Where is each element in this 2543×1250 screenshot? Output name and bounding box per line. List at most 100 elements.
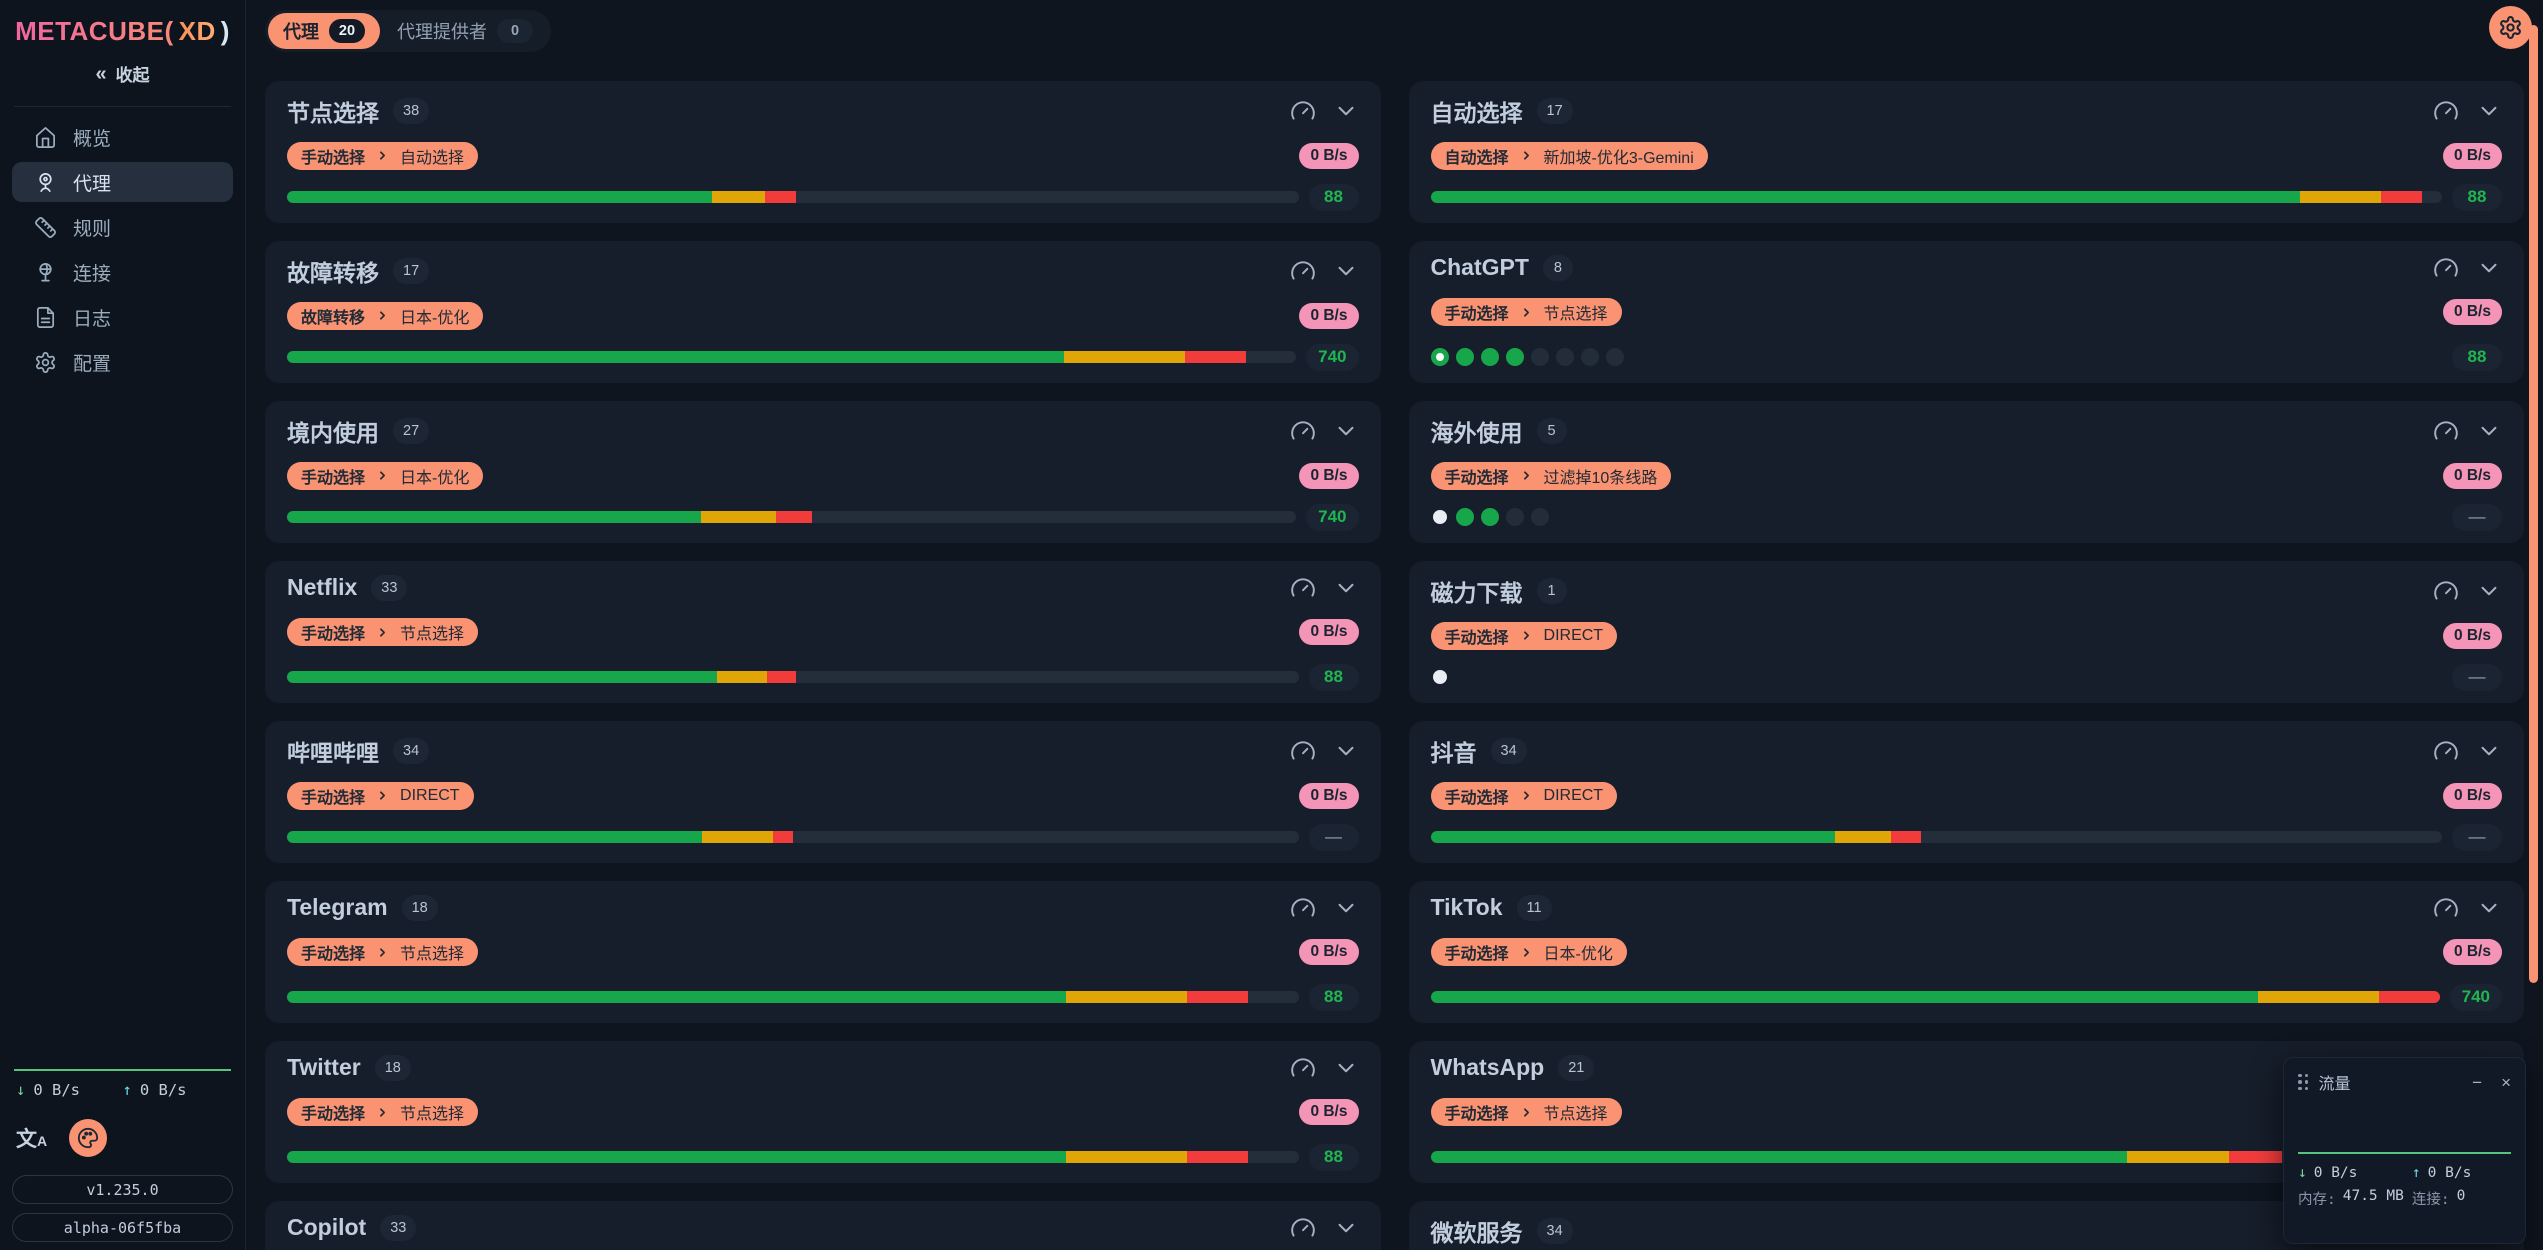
- chevron-down-icon[interactable]: [2476, 98, 2502, 124]
- bar-segment-yellow: [2300, 191, 2381, 203]
- proxy-dot-dim[interactable]: [1556, 348, 1574, 366]
- tab[interactable]: 代理提供者 0: [382, 13, 548, 49]
- proxies-icon: [34, 171, 57, 194]
- close-button[interactable]: ×: [2501, 1074, 2511, 1091]
- selected-proxy-badge[interactable]: 自动选择 新加坡-优化3-Gemini: [1431, 142, 1708, 170]
- drag-handle-icon[interactable]: [2298, 1074, 2309, 1091]
- selected-proxy-badge[interactable]: 手动选择 过滤掉10条线路: [1431, 462, 1672, 490]
- selected-proxy-badge[interactable]: 手动选择 DIRECT: [1431, 622, 1618, 650]
- logo-part-1: METACUBE(: [15, 16, 174, 46]
- chevron-down-icon[interactable]: [1333, 1215, 1359, 1241]
- selected-proxy-badge[interactable]: 手动选择 节点选择: [1431, 298, 1622, 326]
- chevron-down-icon[interactable]: [1333, 575, 1359, 601]
- card-title: 故障转移: [287, 254, 379, 288]
- version-button[interactable]: v1.235.0: [12, 1175, 233, 1204]
- minimize-button[interactable]: −: [2472, 1074, 2482, 1091]
- build-button[interactable]: alpha-06f5fba: [12, 1213, 233, 1242]
- selected-node-label: 新加坡-优化3-Gemini: [1544, 144, 1694, 168]
- proxy-group-card: 节点选择 38 手动选择 自动选择 0 B/s 88: [265, 81, 1381, 223]
- selected-node-label: 节点选择: [400, 620, 464, 644]
- proxy-dot-dim[interactable]: [1581, 348, 1599, 366]
- sidebar-item-logs[interactable]: 日志: [12, 297, 233, 337]
- latency-test-gauge-icon[interactable]: [2433, 255, 2459, 281]
- chevron-down-icon[interactable]: [2476, 738, 2502, 764]
- speed-badge: 0 B/s: [1299, 783, 1358, 809]
- selected-proxy-badge[interactable]: 手动选择 日本-优化: [287, 462, 483, 490]
- selected-node-label: 节点选择: [400, 1100, 464, 1124]
- proxy-dot-green[interactable]: [1456, 348, 1474, 366]
- chevron-down-icon[interactable]: [1333, 98, 1359, 124]
- selected-node-label: 日本-优化: [400, 464, 469, 488]
- selected-proxy-badge[interactable]: 手动选择 DIRECT: [1431, 782, 1618, 810]
- proxy-dot-sel[interactable]: [1431, 348, 1449, 366]
- settings-button[interactable]: [2489, 6, 2532, 49]
- chevron-down-icon[interactable]: [2476, 895, 2502, 921]
- latency-test-gauge-icon[interactable]: [1290, 258, 1316, 284]
- latency-test-gauge-icon[interactable]: [2433, 738, 2459, 764]
- bar-segment-red: [776, 511, 811, 523]
- bar-segment-yellow: [1064, 351, 1185, 363]
- tab-count-badge: 0: [497, 19, 533, 43]
- selected-proxy-badge[interactable]: 手动选择 节点选择: [1431, 1098, 1622, 1126]
- tab[interactable]: 代理 20: [268, 13, 380, 49]
- latency-test-gauge-icon[interactable]: [1290, 575, 1316, 601]
- proxy-dot-green[interactable]: [1481, 348, 1499, 366]
- selected-proxy-badge[interactable]: 手动选择 DIRECT: [287, 782, 474, 810]
- latency-test-gauge-icon[interactable]: [1290, 98, 1316, 124]
- proxy-dot-white[interactable]: [1433, 510, 1447, 524]
- chevron-down-icon[interactable]: [2476, 255, 2502, 281]
- latency-test-gauge-icon[interactable]: [1290, 738, 1316, 764]
- latency-test-gauge-icon[interactable]: [1290, 1055, 1316, 1081]
- latency-test-gauge-icon[interactable]: [1290, 1215, 1316, 1241]
- selected-proxy-badge[interactable]: 手动选择 自动选择: [287, 142, 478, 170]
- latency-test-gauge-icon[interactable]: [1290, 895, 1316, 921]
- proxy-dot-green[interactable]: [1456, 508, 1474, 526]
- proxy-dot-dim[interactable]: [1606, 348, 1624, 366]
- latency-test-gauge-icon[interactable]: [1290, 418, 1316, 444]
- chevron-down-icon[interactable]: [1333, 258, 1359, 284]
- traffic-chart: [2298, 1094, 2511, 1154]
- proxy-group-card: 自动选择 17 自动选择 新加坡-优化3-Gemini 0 B/s 88: [1409, 81, 2525, 223]
- scrollbar-thumb[interactable]: [2529, 25, 2538, 983]
- theme-button[interactable]: [69, 1119, 107, 1157]
- latency-test-gauge-icon[interactable]: [2433, 418, 2459, 444]
- chevron-right-icon: [1520, 149, 1533, 162]
- chevron-down-icon[interactable]: [1333, 895, 1359, 921]
- speed-badge: 0 B/s: [2443, 299, 2502, 325]
- language-button[interactable]: 文A: [16, 1123, 47, 1153]
- proxy-dot-green[interactable]: [1506, 348, 1524, 366]
- selected-proxy-badge[interactable]: 手动选择 日本-优化: [1431, 938, 1627, 966]
- chevron-down-icon[interactable]: [1333, 418, 1359, 444]
- sidebar-item-home[interactable]: 概览: [12, 117, 233, 157]
- proxy-dot-dim[interactable]: [1506, 508, 1524, 526]
- collapse-label: 收起: [116, 61, 150, 86]
- collapse-sidebar-button[interactable]: « 收起: [95, 61, 149, 86]
- sidebar-item-rules[interactable]: 规则: [12, 207, 233, 247]
- bar-segment-green: [287, 191, 712, 203]
- chevron-down-icon[interactable]: [2476, 418, 2502, 444]
- sidebar-item-connections[interactable]: 连接: [12, 252, 233, 292]
- sidebar-item-proxies[interactable]: 代理: [12, 162, 233, 202]
- bar-segment-yellow: [702, 831, 773, 843]
- latency-test-gauge-icon[interactable]: [2433, 895, 2459, 921]
- latency-test-gauge-icon[interactable]: [2433, 98, 2459, 124]
- sidebar-item-config[interactable]: 配置: [12, 342, 233, 382]
- proxy-group-card: 境内使用 27 手动选择 日本-优化 0 B/s 740: [265, 401, 1381, 543]
- proxy-group-card: 磁力下载 1 手动选择 DIRECT 0 B/s —: [1409, 561, 2525, 703]
- arrow-up-icon: ↑: [123, 1081, 132, 1099]
- proxy-dot-white[interactable]: [1433, 670, 1447, 684]
- gear-icon: [2498, 15, 2523, 40]
- chevron-down-icon[interactable]: [1333, 738, 1359, 764]
- selected-proxy-badge[interactable]: 手动选择 节点选择: [287, 938, 478, 966]
- sidebar-divider: [14, 106, 231, 107]
- chevron-down-icon[interactable]: [1333, 1055, 1359, 1081]
- latency-test-gauge-icon[interactable]: [2433, 578, 2459, 604]
- selected-proxy-badge[interactable]: 手动选择 节点选择: [287, 1098, 478, 1126]
- proxy-dot-dim[interactable]: [1531, 348, 1549, 366]
- proxy-dot-green[interactable]: [1481, 508, 1499, 526]
- proxy-dot-dim[interactable]: [1531, 508, 1549, 526]
- chevron-right-icon: [376, 626, 389, 639]
- chevron-down-icon[interactable]: [2476, 578, 2502, 604]
- selected-proxy-badge[interactable]: 故障转移 日本-优化: [287, 302, 483, 330]
- selected-proxy-badge[interactable]: 手动选择 节点选择: [287, 618, 478, 646]
